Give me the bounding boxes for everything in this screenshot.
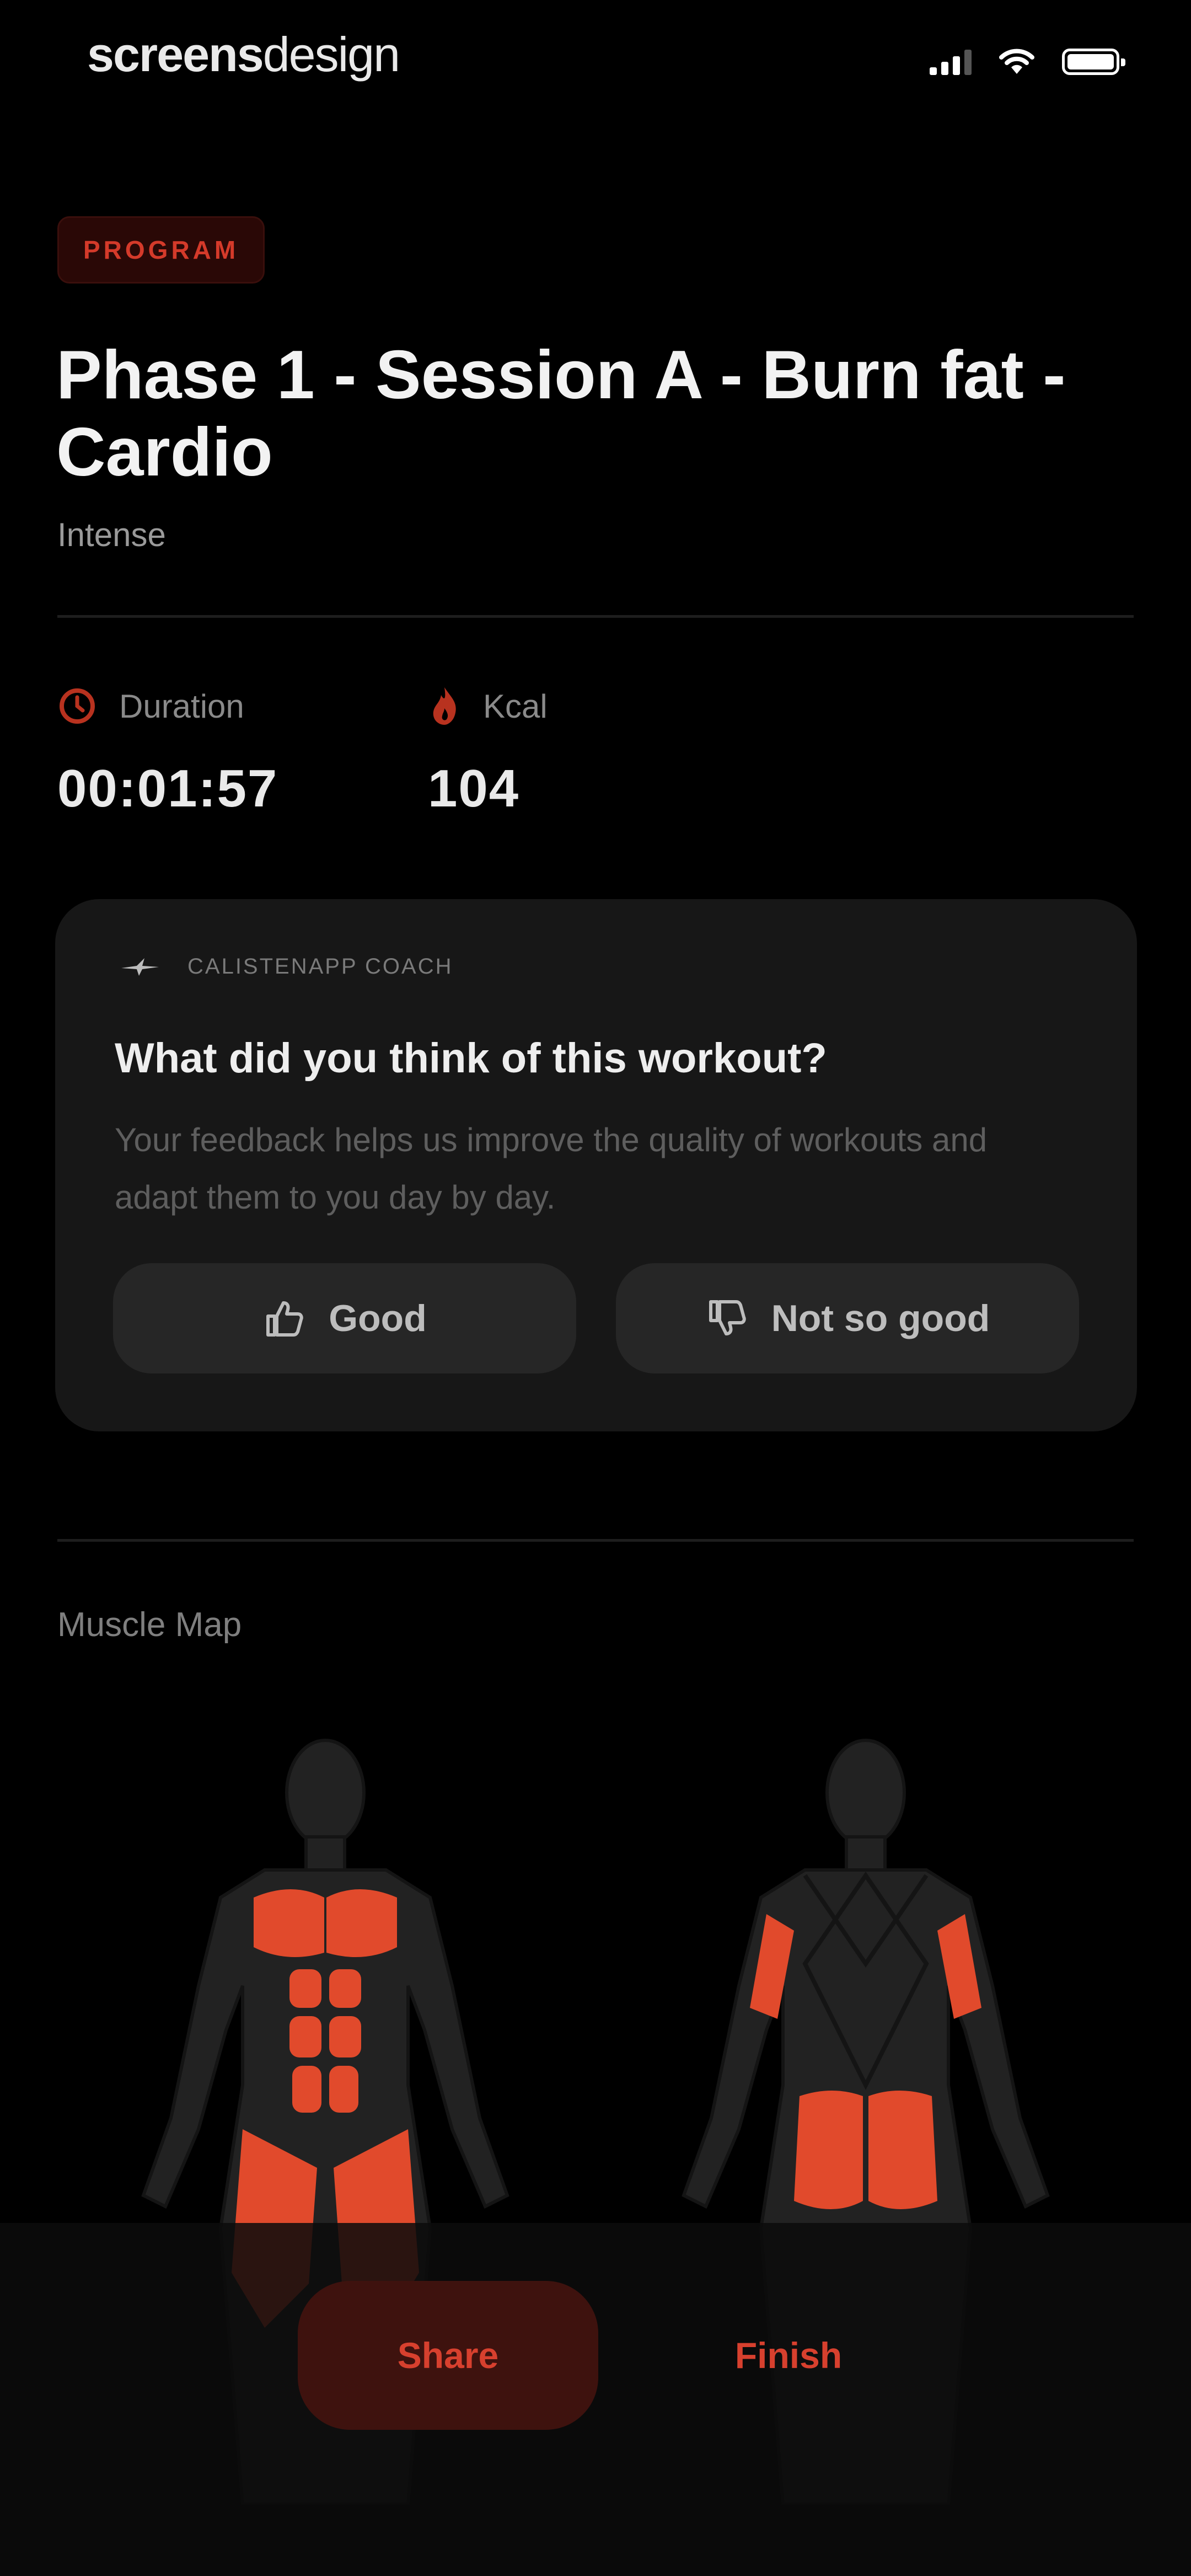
flame-icon [433, 687, 456, 725]
coach-label: CALISTENAPP COACH [187, 954, 453, 979]
finish-button[interactable]: Finish [678, 2281, 899, 2430]
left-glute-muscle [794, 2091, 863, 2209]
coach-logo-icon [121, 958, 159, 976]
right-glute-muscle [868, 2091, 937, 2209]
status-icons [930, 49, 1125, 75]
feedback-question: What did you think of this workout? [115, 1035, 827, 1082]
battery-icon [1062, 49, 1125, 75]
muscle-map-label: Muscle Map [57, 1606, 242, 1644]
good-button[interactable]: Good [113, 1263, 576, 1373]
wifi-icon [999, 49, 1034, 74]
program-badge: PROGRAM [57, 216, 265, 284]
duration-stat: Duration 00:01:57 [57, 684, 278, 819]
kcal-value: 104 [428, 759, 520, 818]
good-label: Good [329, 1297, 427, 1339]
not-so-good-button[interactable]: Not so good [616, 1263, 1079, 1373]
thumbs-down-icon [709, 1300, 746, 1335]
clock-icon [60, 688, 95, 724]
chest-right-muscle [326, 1889, 397, 1957]
share-button[interactable]: Share [298, 2281, 598, 2430]
brand-bold-text: screens [87, 27, 264, 82]
signal-icon [930, 49, 972, 75]
duration-label: Duration [119, 687, 244, 725]
chest-left-muscle [254, 1889, 324, 1957]
divider [57, 615, 1134, 618]
not-so-good-label: Not so good [771, 1297, 990, 1339]
brand-watermark: screensdesign [87, 26, 400, 83]
divider [57, 1539, 1134, 1542]
thumbs-up-icon [266, 1301, 303, 1337]
workout-title: Phase 1 - Session A - Burn fat - Cardio [56, 337, 1066, 490]
coach-header: CALISTENAPP COACH [120, 954, 453, 979]
feedback-description: Your feedback helps us improve the quali… [115, 1121, 988, 1216]
duration-value: 00:01:57 [57, 759, 278, 818]
brand-light-text: design [262, 27, 400, 82]
kcal-stat: Kcal 104 [428, 684, 548, 819]
kcal-label: Kcal [483, 687, 548, 725]
bottom-action-bar [0, 2223, 1191, 2576]
feedback-card: CALISTENAPP COACH What did you think of … [55, 899, 1137, 1431]
status-bar: screensdesign [0, 0, 1191, 127]
workout-intensity: Intense [57, 516, 166, 553]
